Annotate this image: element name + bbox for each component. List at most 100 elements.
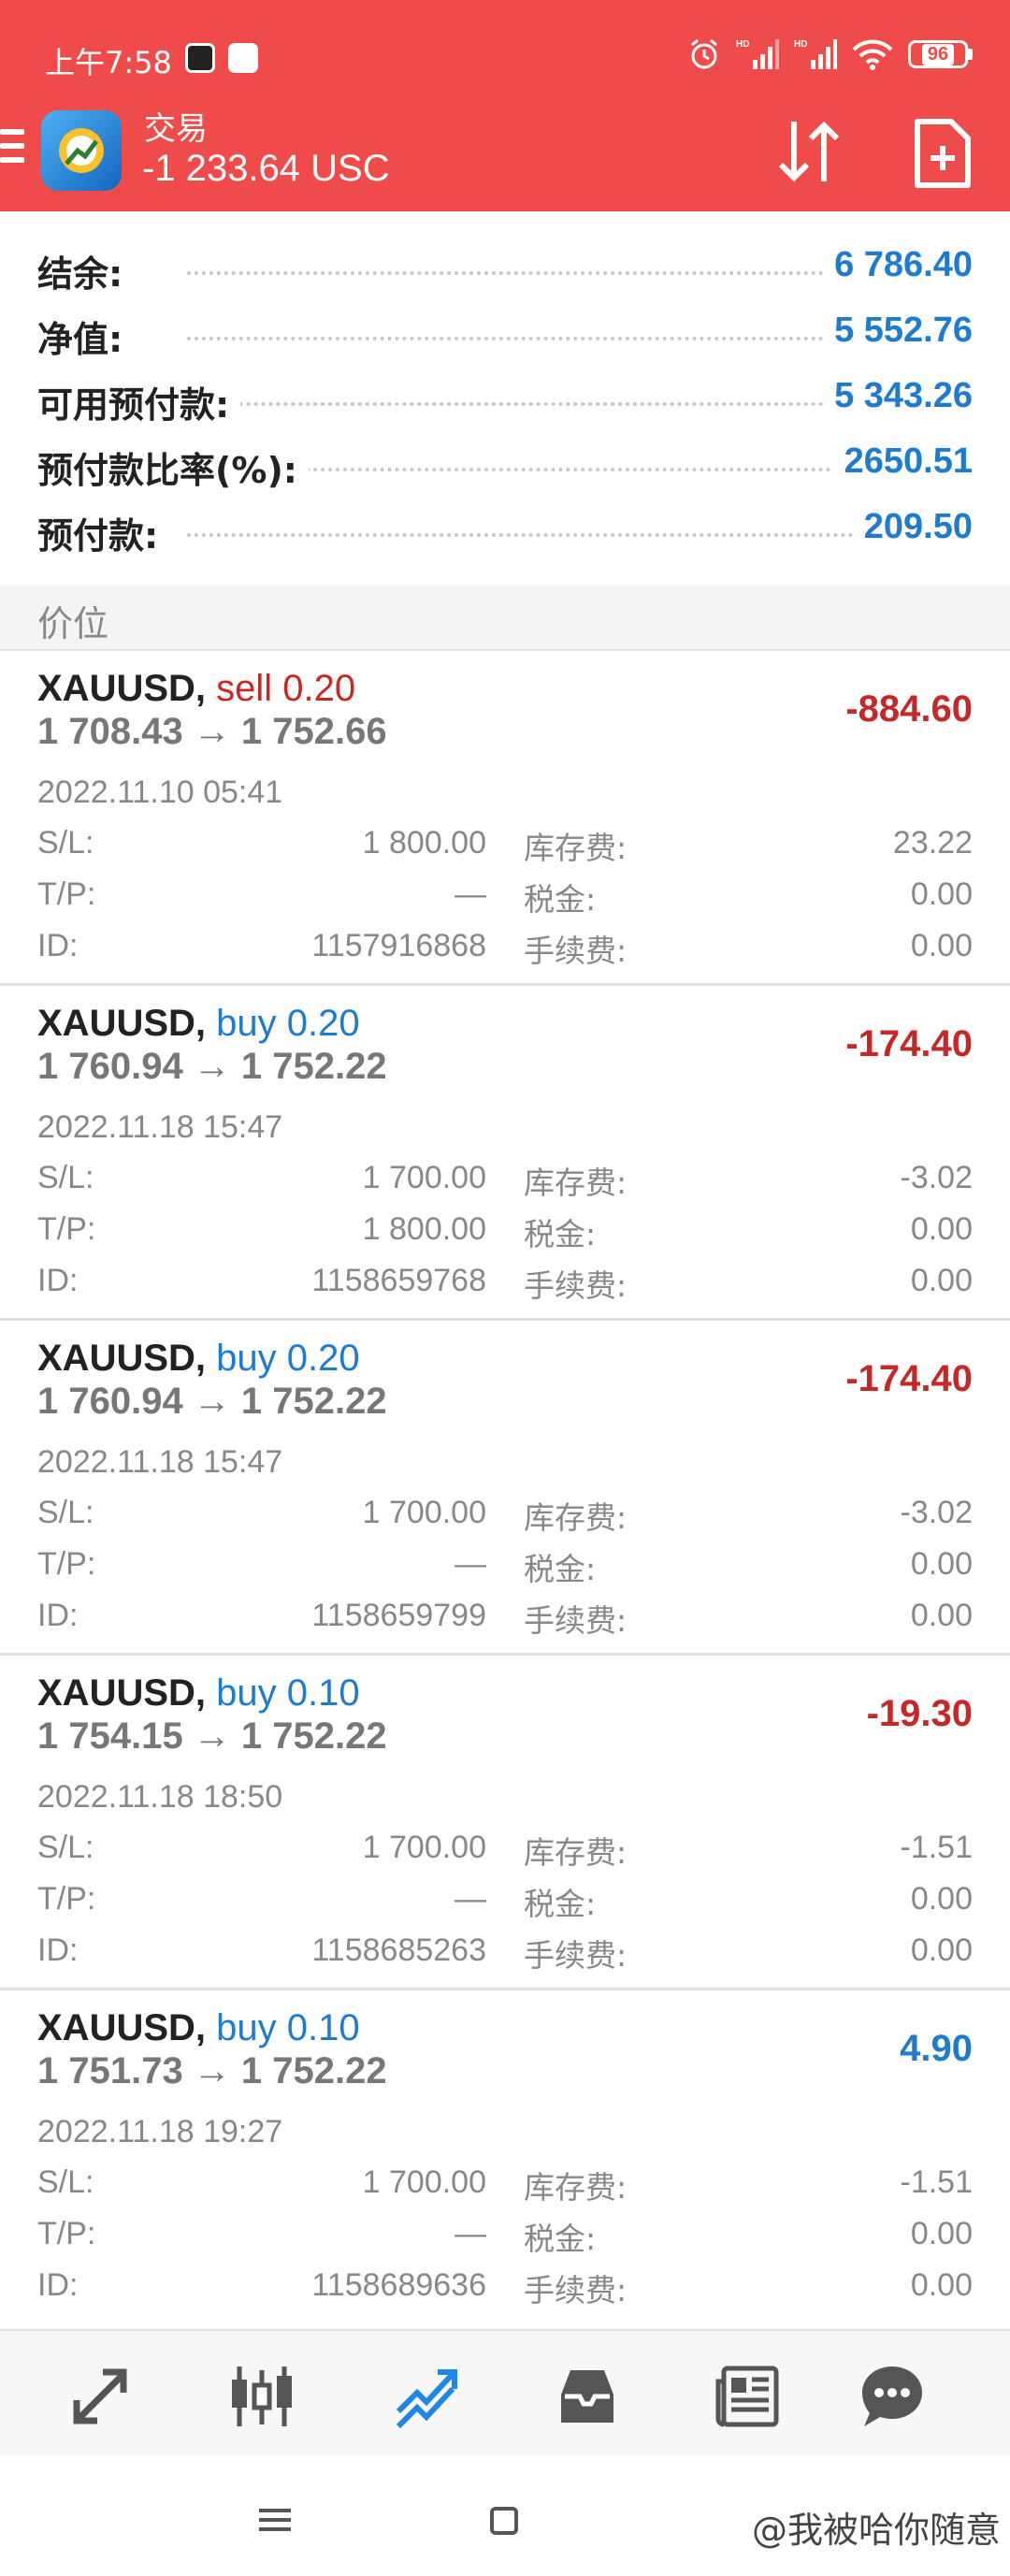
positions-list: XAUUSD, sell 0.20 1 708.43 → 1 752.66 -8… (0, 651, 1010, 2325)
messages-icon (862, 2366, 922, 2426)
system-navigation-bar: @我被哈你随意 (0, 2456, 1010, 2576)
symbol-name: XAUUSD, (37, 1338, 207, 1379)
tax-value: 0.00 (910, 1211, 973, 1247)
tp-label: T/P: (37, 1211, 96, 1247)
summary-label: 净值: (37, 311, 135, 362)
position-profit: -19.30 (866, 1693, 973, 1734)
wifi-icon (852, 39, 893, 70)
recent-apps-button[interactable] (259, 2509, 291, 2537)
summary-row-margin: 预付款: 209.50 (0, 496, 1010, 561)
fee-label: 手续费: (524, 1937, 628, 1974)
fee-value: 0.00 (910, 1932, 973, 1968)
swap-value: -3.02 (900, 1495, 974, 1530)
history-icon (561, 2370, 613, 2423)
summary-value: 6 786.40 (823, 245, 973, 285)
svg-text:HD: HD (736, 39, 749, 50)
svg-text:HD: HD (794, 39, 807, 50)
id-value: 1158659799 (311, 1598, 486, 1633)
swap-label: 库存费: (524, 2169, 628, 2206)
swap-value: 23.22 (892, 825, 973, 861)
fee-value: 0.00 (910, 2267, 973, 2303)
price-open-current: 1 754.15 → 1 752.22 (37, 1715, 387, 1757)
position-symbol: XAUUSD, buy 0.10 (37, 1672, 360, 1715)
signal-hd-icon: HD (736, 39, 779, 69)
open-time: 2022.11.10 05:41 (37, 774, 283, 810)
sl-value: 1 700.00 (362, 1495, 486, 1530)
position-profit: -174.40 (845, 1023, 973, 1064)
id-label: ID: (37, 2267, 79, 2303)
new-order-button[interactable] (912, 116, 974, 191)
quotes-tab[interactable] (65, 2361, 137, 2432)
position-item[interactable]: XAUUSD, buy 0.20 1 760.94 → 1 752.22 -17… (0, 1321, 1010, 1656)
open-time: 2022.11.18 18:50 (37, 1779, 283, 1815)
status-icons: HD HD 96 (687, 37, 973, 71)
chart-tab[interactable] (226, 2361, 297, 2432)
history-tab[interactable] (552, 2361, 623, 2432)
header-title: 交易 (144, 111, 208, 147)
order-side: buy 0.20 (216, 1003, 360, 1044)
swap-label: 库存费: (524, 830, 628, 866)
metatrader-logo-icon (59, 128, 104, 173)
summary-row-margin-level: 预付款比率(%): 2650.51 (0, 430, 1010, 496)
tax-label: 税金: (524, 1216, 597, 1252)
tax-label: 税金: (524, 1551, 597, 1587)
position-details: S/L: 1 700.00 库存费: -3.02 T/P: — 税金: 0.00… (37, 1489, 973, 1643)
quotes-icon (73, 2368, 127, 2424)
toutiao-icon (228, 43, 258, 73)
menu-icon[interactable] (0, 129, 24, 170)
position-item[interactable]: XAUUSD, sell 0.20 1 708.43 → 1 752.66 -8… (0, 651, 1010, 986)
tp-value: — (454, 2216, 486, 2251)
sort-arrows-icon (778, 121, 840, 182)
home-button[interactable] (490, 2507, 518, 2535)
position-item[interactable]: XAUUSD, buy 0.10 1 754.15 → 1 752.22 -19… (0, 1656, 1010, 1990)
trade-tab[interactable] (391, 2361, 462, 2432)
open-time: 2022.11.18 19:27 (37, 2114, 283, 2149)
status-time: 上午7:58 (45, 45, 172, 80)
fee-value: 0.00 (910, 1598, 973, 1633)
swap-value: -3.02 (900, 1160, 974, 1195)
new-document-icon (915, 119, 971, 188)
id-label: ID: (37, 928, 79, 963)
order-side: buy 0.10 (216, 2007, 360, 2048)
watermark: @我被哈你随意 (751, 2510, 1001, 2551)
tp-value: — (454, 876, 486, 912)
position-details: S/L: 1 700.00 库存费: -1.51 T/P: — 税金: 0.00… (37, 1824, 973, 1978)
price-open-current: 1 760.94 → 1 752.22 (37, 1381, 387, 1422)
fee-label: 手续费: (524, 1267, 628, 1304)
tax-label: 税金: (524, 2221, 597, 2257)
price-open-current: 1 751.73 → 1 752.22 (37, 2050, 387, 2091)
summary-value: 5 343.26 (823, 376, 973, 416)
tax-label: 税金: (524, 881, 597, 918)
symbol-name: XAUUSD, (37, 1672, 207, 1714)
order-side: buy 0.20 (216, 1338, 360, 1379)
order-side: sell 0.20 (216, 668, 356, 709)
sl-label: S/L: (37, 1830, 94, 1865)
summary-label: 预付款: (37, 507, 170, 558)
tp-label: T/P: (37, 876, 96, 912)
position-symbol: XAUUSD, buy 0.10 (37, 2007, 360, 2049)
status-bar: 上午7:58 HD HD 96 (0, 0, 1010, 110)
chart-icon (232, 2366, 292, 2426)
app-header: 上午7:58 HD HD 96 交易 -1 233.64 USC (0, 0, 1010, 211)
tp-value: — (454, 1546, 486, 1582)
app-icon (185, 43, 215, 73)
summary-value: 5 552.76 (823, 311, 973, 351)
messages-tab[interactable] (857, 2361, 928, 2432)
news-tab[interactable] (713, 2361, 784, 2432)
sl-label: S/L: (37, 1495, 94, 1530)
tp-label: T/P: (37, 1881, 96, 1917)
tax-value: 0.00 (910, 876, 973, 912)
sort-button[interactable] (772, 114, 846, 189)
summary-row-balance: 结余: 6 786.40 (0, 234, 1010, 299)
tax-value: 0.00 (910, 1546, 973, 1582)
position-details: S/L: 1 700.00 库存费: -3.02 T/P: 1 800.00 税… (37, 1154, 973, 1309)
alarm-icon (691, 38, 717, 69)
position-item[interactable]: XAUUSD, buy 0.10 1 751.73 → 1 752.22 4.9… (0, 1990, 1010, 2325)
open-time: 2022.11.18 15:47 (37, 1444, 283, 1480)
order-side: buy 0.10 (216, 1672, 360, 1714)
position-item[interactable]: XAUUSD, buy 0.20 1 760.94 → 1 752.22 -17… (0, 986, 1010, 1321)
section-title: 价位 (37, 603, 109, 644)
battery-icon: 96 (908, 40, 973, 68)
position-profit: -884.60 (845, 688, 973, 730)
sl-label: S/L: (37, 825, 94, 861)
